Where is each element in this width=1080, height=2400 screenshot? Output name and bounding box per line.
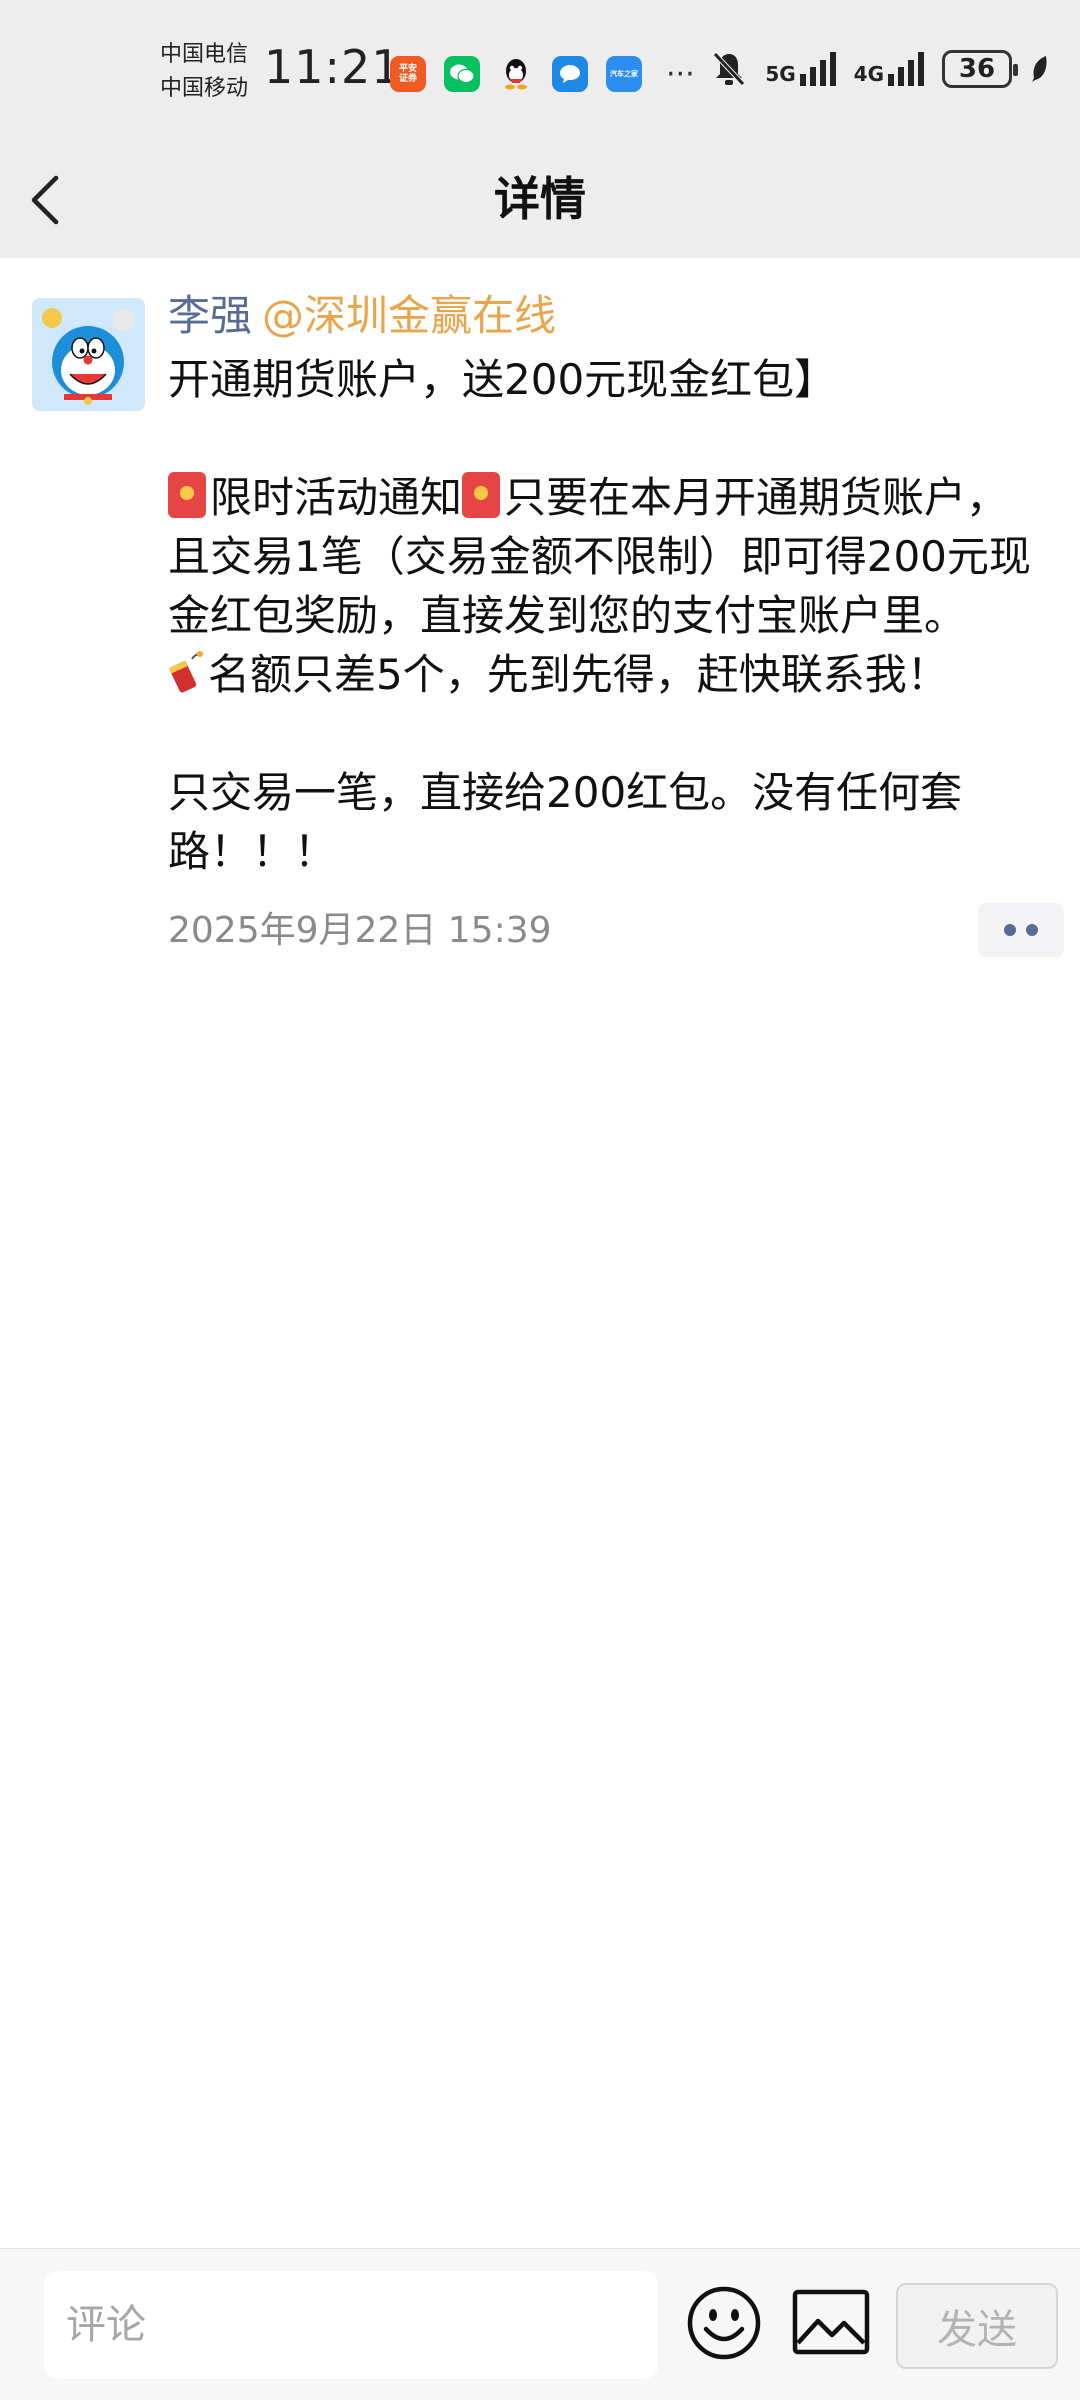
status-time: 11:21 bbox=[264, 40, 402, 94]
dot-icon bbox=[1026, 924, 1038, 936]
emoji-icon bbox=[687, 2286, 761, 2360]
carrier-2: 中国移动 bbox=[160, 76, 249, 101]
leaf-icon bbox=[1032, 56, 1047, 82]
chevron-left-icon bbox=[31, 175, 59, 225]
post-paragraph-4: 只交易一笔，直接给200红包。没有任何套路！！！ bbox=[168, 768, 963, 876]
firecracker-icon bbox=[168, 651, 203, 693]
qq-icon bbox=[498, 56, 534, 92]
network-4g-label: 4G bbox=[853, 62, 884, 86]
autohome-icon: 汽车之家 bbox=[606, 56, 642, 92]
battery-level: 36 bbox=[958, 54, 996, 84]
send-button[interactable]: 发送 bbox=[896, 2283, 1058, 2369]
emoji-button[interactable] bbox=[686, 2285, 762, 2361]
autohome-icon-text: 汽车之家 bbox=[610, 70, 638, 78]
nav-bar: 详情 bbox=[0, 140, 1080, 258]
messages-icon bbox=[552, 56, 588, 92]
signal-5g: 5G bbox=[765, 52, 836, 86]
network-5g-label: 5G bbox=[765, 62, 796, 86]
post-line-1: 开通期货账户，送200元现金红包】 bbox=[168, 355, 837, 404]
post-timestamp: 2025年9月22日 15:39 bbox=[168, 910, 552, 951]
avatar[interactable] bbox=[32, 298, 145, 411]
post-paragraph-3: 名额只差5个，先到先得，赶快联系我！ bbox=[168, 645, 1048, 704]
battery-icon: 36 bbox=[942, 50, 1018, 88]
signal-bars-icon bbox=[888, 52, 924, 86]
doraemon-avatar-icon bbox=[32, 298, 145, 411]
post-text: 开通期货账户，送200元现金红包】限时活动通知 只要在本月开通期货账户，且交易1笔… bbox=[168, 350, 1048, 881]
author-mention[interactable]: @深圳金赢在线 bbox=[262, 291, 556, 340]
carrier-1: 中国电信 bbox=[160, 42, 249, 67]
pingan-icon-text: 平安证券 bbox=[398, 64, 417, 84]
mute-icon bbox=[713, 52, 746, 86]
dot-icon bbox=[1004, 924, 1016, 936]
page-title: 详情 bbox=[494, 172, 586, 226]
more-actions-button[interactable] bbox=[978, 903, 1064, 957]
post-para3: 名额只差5个，先到先得，赶快联系我！ bbox=[208, 650, 949, 699]
red-envelope-icon bbox=[462, 472, 501, 518]
signal-4g: 4G bbox=[854, 52, 924, 86]
comment-input[interactable] bbox=[44, 2271, 658, 2379]
system-icons: 5G 4G 36 bbox=[711, 50, 1050, 88]
author-line: 李强 @深圳金赢在线 bbox=[168, 288, 1048, 344]
notification-icons: 平安证券 汽车之家 ··· bbox=[390, 56, 695, 92]
back-button[interactable] bbox=[30, 160, 110, 240]
status-bar: 中国电信 中国移动 11:21 平安证券 汽车之家 ··· 5G 4G 36 bbox=[0, 0, 1080, 140]
author-name[interactable]: 李强 bbox=[168, 291, 252, 340]
wechat-icon bbox=[444, 56, 480, 92]
image-icon bbox=[792, 2289, 870, 2355]
pingan-securities-icon: 平安证券 bbox=[390, 56, 426, 92]
post-para2-a: 限时活动通知 bbox=[210, 473, 463, 522]
post-body: 李强 @深圳金赢在线 开通期货账户，送200元现金红包】限时活动通知 只要在本月开通… bbox=[168, 288, 1064, 959]
carrier-labels: 中国电信 中国移动 bbox=[160, 38, 248, 106]
image-button[interactable] bbox=[792, 2289, 870, 2355]
signal-bars-icon bbox=[799, 52, 836, 86]
more-notifications-icon: ··· bbox=[666, 56, 695, 92]
post-paragraph-2: 限时活动通知 只要在本月开通期货账户，且交易1笔（交易金额不限制）即可得200元现… bbox=[168, 468, 1048, 645]
post-meta: 2025年9月22日 15:39 bbox=[168, 903, 1064, 959]
red-envelope-icon bbox=[168, 472, 206, 518]
comment-bar: 发送 bbox=[0, 2248, 1080, 2400]
